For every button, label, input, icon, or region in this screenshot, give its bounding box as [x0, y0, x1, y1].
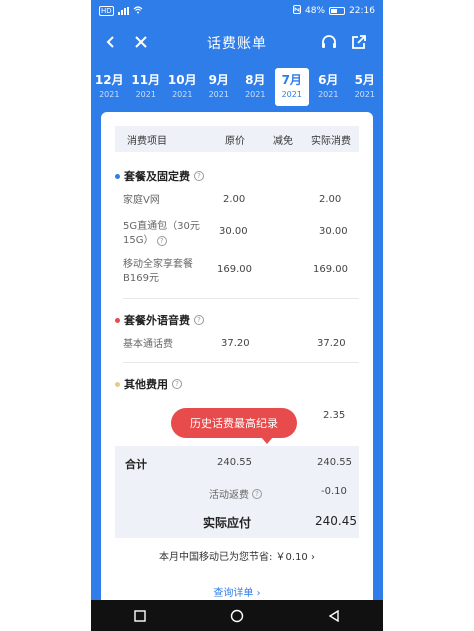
month-tab[interactable]: 9月 2021 [201, 68, 238, 106]
month-tab[interactable]: 8月 2021 [237, 68, 274, 106]
square-icon [133, 609, 146, 622]
header-actual: 实际消费 [311, 135, 351, 147]
section-title: 套餐外语音费 [124, 314, 190, 327]
refund-label: 活动返费 ? [209, 486, 262, 501]
actual-price: 169.00 [313, 264, 348, 275]
home-button[interactable] [230, 609, 244, 623]
recents-button[interactable] [133, 609, 147, 623]
item-label: 家庭V网 [123, 195, 160, 206]
month-tab[interactable]: 11月 2021 [128, 68, 165, 106]
triangle-back-icon [328, 609, 340, 622]
section-voice: 套餐外语音费 ? [115, 312, 204, 328]
dot-icon [115, 317, 120, 323]
section-package: 套餐及固定费 ? [115, 168, 204, 184]
payable-value: 240.45 [315, 514, 357, 528]
battery-icon [329, 7, 346, 15]
detail-text: 查询详单 [213, 588, 254, 599]
savings-text: 本月中国移动已为您节省: ￥0.10 [158, 552, 308, 563]
section-title: 其他费用 [124, 378, 168, 391]
payable-label: 实际应付 [203, 516, 252, 530]
hd-badge: HD [99, 6, 114, 16]
help-icon[interactable]: ? [172, 379, 182, 389]
table-header: 消费项目 原价 减免 实际消费 [115, 126, 359, 152]
help-icon[interactable]: ? [194, 171, 204, 181]
month-tab[interactable]: 12月 2021 [91, 68, 128, 106]
header-discount: 减免 [273, 135, 293, 147]
actual-price: 30.00 [319, 226, 348, 237]
savings-link[interactable]: 本月中国移动已为您节省: ￥0.10 › [101, 548, 373, 563]
help-icon[interactable]: ? [252, 488, 262, 499]
circle-icon [230, 609, 244, 622]
divider [123, 298, 359, 299]
chevron-right-icon: › [311, 552, 315, 563]
wifi-icon [133, 5, 143, 17]
status-bar: HD 48% 22:16 [91, 0, 383, 22]
item-label: 5G直通包（30元15G） ? [123, 221, 200, 246]
chevron-right-icon: › [256, 588, 261, 599]
month-tab[interactable]: 6月 2021 [310, 68, 347, 106]
system-nav-bar [91, 600, 383, 631]
help-icon[interactable]: ? [156, 236, 167, 246]
signal-icon [117, 7, 129, 15]
original-price: 2.00 [223, 194, 246, 205]
total-label: 合计 [125, 458, 147, 471]
nfc-icon [293, 5, 302, 17]
bill-card: 消费项目 原价 减免 实际消费 套餐及固定费 ? 家庭V网 2.00 2.00 … [101, 112, 373, 612]
header-item: 消费项目 [127, 135, 167, 147]
refund-value: -0.10 [321, 486, 347, 497]
original-price: 30.00 [219, 226, 248, 237]
actual-price: 2.00 [319, 194, 342, 205]
item-label: 移动全家享套餐B169元 [123, 259, 193, 284]
back-nav-button[interactable] [327, 609, 341, 623]
original-price: 169.00 [217, 264, 252, 275]
section-other: 其他费用 ? [115, 376, 182, 392]
nav-bar: 话费账单 [91, 24, 383, 60]
month-tab[interactable]: 10月 2021 [164, 68, 201, 106]
share-icon [352, 35, 366, 49]
battery-percent: 48% [305, 6, 326, 16]
original-price: 37.20 [221, 338, 250, 349]
total-actual: 240.55 [317, 457, 352, 468]
customer-service-button[interactable] [317, 30, 341, 54]
header-original: 原价 [225, 135, 245, 147]
phone-screen: HD 48% 22:16 话费账单 12月 2021 11月 2021 10月 … [91, 0, 383, 631]
dot-icon [115, 173, 120, 179]
share-button[interactable] [347, 30, 371, 54]
actual-price: 37.20 [317, 338, 346, 349]
total-original: 240.55 [217, 457, 252, 468]
clock: 22:16 [349, 6, 375, 16]
section-title: 套餐及固定费 [124, 170, 190, 183]
month-selector: 12月 2021 11月 2021 10月 2021 9月 2021 8月 2021 7月… [91, 68, 383, 106]
actual-price: 2.35 [323, 410, 346, 421]
month-tab[interactable]: 5月 2021 [347, 68, 384, 106]
dot-icon [115, 381, 120, 387]
item-label: 基本通话费 [123, 339, 173, 350]
query-detail-link[interactable]: 查询详单 › [101, 584, 373, 599]
divider [123, 362, 359, 363]
month-tab-active[interactable]: 7月 2021 [274, 68, 309, 106]
summary-panel: 合计 240.55 240.55 活动返费 ? -0.10 实际应付 240.4… [115, 446, 359, 538]
help-icon[interactable]: ? [194, 315, 204, 325]
headset-icon [322, 35, 336, 48]
record-bubble: 历史话费最高纪录 [171, 408, 297, 444]
